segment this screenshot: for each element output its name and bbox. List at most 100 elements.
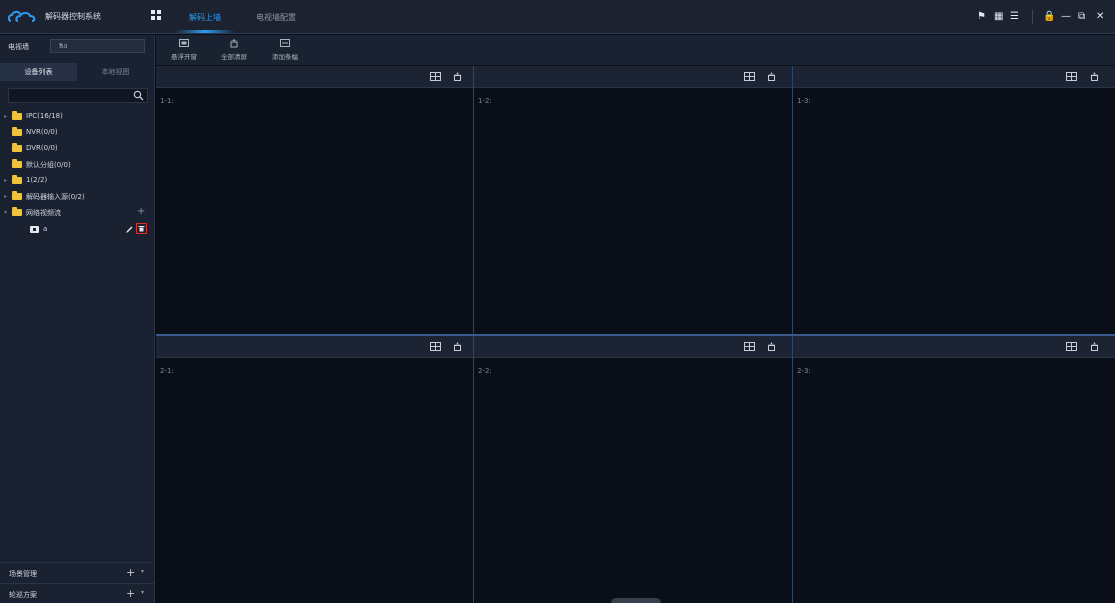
tree-node-ipc[interactable]: ▸ IPC(16/18) (0, 110, 155, 124)
patrol-plan-section[interactable]: 轮巡方案 + ▾ (0, 583, 155, 603)
tree-node-dvr[interactable]: DVR(0/0) (0, 142, 155, 156)
apps-grid-icon[interactable] (151, 10, 163, 22)
split-window-icon[interactable] (744, 71, 755, 82)
app-title: 解码器控制系统 (45, 12, 101, 21)
clear-screen-icon[interactable] (452, 341, 463, 352)
list-menu-icon[interactable]: ☰ (1010, 11, 1019, 23)
screen-cell-2-3[interactable]: 2-3: (793, 336, 1115, 603)
bottom-panel-toggle[interactable] (611, 598, 661, 603)
tree-node-network-stream[interactable]: ▾ 网络视频流 + (0, 206, 155, 220)
tree-node-group-1[interactable]: ▸ 1(2/2) (0, 174, 155, 188)
cell-header (474, 336, 792, 358)
restore-icon[interactable]: ⧉ (1078, 11, 1085, 23)
stream-item-a[interactable]: a (0, 223, 155, 237)
panel-tabs: 设备列表 本地视图 (0, 63, 155, 81)
chevron-down-icon: ▾ (59, 41, 63, 49)
search-input[interactable] (8, 88, 148, 103)
expand-arrow-icon[interactable]: ▸ (4, 177, 10, 184)
screen-cell-2-1[interactable]: 2-1: (156, 336, 473, 603)
screen-cell-2-2[interactable]: 2-2: (474, 336, 792, 603)
tv-wall-dropdown[interactable]: aa ▾ (50, 39, 145, 53)
minimize-icon[interactable]: — (1061, 11, 1071, 23)
row-divider (156, 334, 1115, 336)
edit-pencil-icon[interactable] (125, 225, 134, 234)
float-window-icon (179, 39, 189, 47)
screen-label: 2-2: (478, 367, 492, 375)
stream-label: a (43, 225, 48, 233)
screen-label: 2-3: (797, 367, 811, 375)
video-stream-icon (30, 226, 39, 233)
alarm-icon[interactable]: ⚑ (977, 11, 986, 23)
float-window-label: 悬浮开窗 (171, 53, 197, 61)
clear-all-label: 全部清屏 (221, 53, 247, 61)
tree-node-default-group[interactable]: 默认分组(0/0) (0, 158, 155, 172)
tab-device-list[interactable]: 设备列表 (0, 63, 77, 81)
split-window-icon[interactable] (1066, 341, 1077, 352)
add-banner-label: 添加条幅 (272, 53, 298, 61)
tab-local-view[interactable]: 本地视图 (77, 63, 154, 81)
add-stream-button[interactable]: + (137, 206, 145, 217)
float-window-button[interactable]: 悬浮开窗 (164, 38, 204, 61)
screen-cell-1-2[interactable]: 1-2: (474, 66, 792, 334)
folder-icon (12, 191, 22, 200)
screen-label: 1-2: (478, 97, 492, 105)
left-panel: 电视墙 aa ▾ 设备列表 本地视图 ▸ IPC(16/18) NVR(0/0)… (0, 35, 155, 603)
cell-header (793, 336, 1115, 358)
tab-decode-to-wall[interactable]: 解码上墙 (189, 12, 221, 23)
save-icon[interactable]: ▦ (994, 11, 1003, 23)
split-window-icon[interactable] (430, 71, 441, 82)
folder-icon (12, 127, 22, 136)
app-logo (8, 10, 42, 24)
chevron-down-icon[interactable]: ▾ (141, 568, 144, 575)
active-tab-indicator (175, 30, 235, 33)
cell-header (793, 66, 1115, 88)
clear-screen-icon[interactable] (766, 341, 777, 352)
clear-screen-icon[interactable] (766, 71, 777, 82)
tree-node-label: DVR(0/0) (26, 144, 58, 152)
folder-icon (12, 159, 22, 168)
folder-icon (12, 207, 22, 216)
trash-icon (138, 226, 145, 232)
tab-tv-wall-config[interactable]: 电视墙配置 (256, 12, 296, 23)
folder-icon (12, 111, 22, 120)
tv-wall-label: 电视墙 (8, 43, 29, 51)
clear-screen-icon[interactable] (1089, 71, 1100, 82)
cloud-logo-icon (8, 10, 36, 22)
add-patrol-plan-button[interactable]: + (126, 587, 135, 600)
split-window-icon[interactable] (1066, 71, 1077, 82)
clear-all-button[interactable]: 全部清屏 (214, 38, 254, 61)
scene-management-label: 场景管理 (9, 570, 37, 578)
tree-node-label: IPC(16/18) (26, 112, 63, 120)
collapse-arrow-icon[interactable]: ▾ (4, 209, 10, 216)
clear-screen-icon[interactable] (1089, 341, 1100, 352)
tree-node-label: NVR(0/0) (26, 128, 58, 136)
search-icon[interactable] (133, 90, 144, 101)
screen-cell-1-3[interactable]: 1-3: (793, 66, 1115, 334)
tree-node-label: 默认分组(0/0) (26, 161, 71, 169)
close-icon[interactable]: ✕ (1096, 11, 1104, 23)
split-window-icon[interactable] (430, 341, 441, 352)
cell-header (156, 66, 473, 88)
split-window-icon[interactable] (744, 341, 755, 352)
expand-arrow-icon[interactable]: ▸ (4, 113, 10, 120)
tree-node-nvr[interactable]: NVR(0/0) (0, 126, 155, 140)
screen-label: 2-1: (160, 367, 174, 375)
delete-stream-button[interactable] (136, 223, 147, 234)
screen-label: 1-1: (160, 97, 174, 105)
screen-label: 1-3: (797, 97, 811, 105)
add-banner-button[interactable]: 添加条幅 (265, 38, 305, 61)
add-scene-button[interactable]: + (126, 566, 135, 579)
folder-icon (12, 143, 22, 152)
lock-icon[interactable]: 🔒 (1043, 11, 1055, 23)
clear-screen-icon[interactable] (452, 71, 463, 82)
cell-header (474, 66, 792, 88)
tree-node-decoder-input[interactable]: ▸ 解码器输入源(0/2) (0, 190, 155, 204)
tree-node-label: 网络视频流 (26, 209, 61, 217)
expand-arrow-icon[interactable]: ▸ (4, 193, 10, 200)
chevron-down-icon[interactable]: ▾ (141, 589, 144, 596)
screen-cell-1-1[interactable]: 1-1: (156, 66, 473, 334)
folder-icon (12, 175, 22, 184)
add-banner-icon (280, 39, 290, 47)
scene-management-section[interactable]: 场景管理 + ▾ (0, 562, 155, 582)
tv-wall-grid: 1-1: 1-2: 1-3: 2-1: 2-2: 2-3: (156, 66, 1115, 603)
